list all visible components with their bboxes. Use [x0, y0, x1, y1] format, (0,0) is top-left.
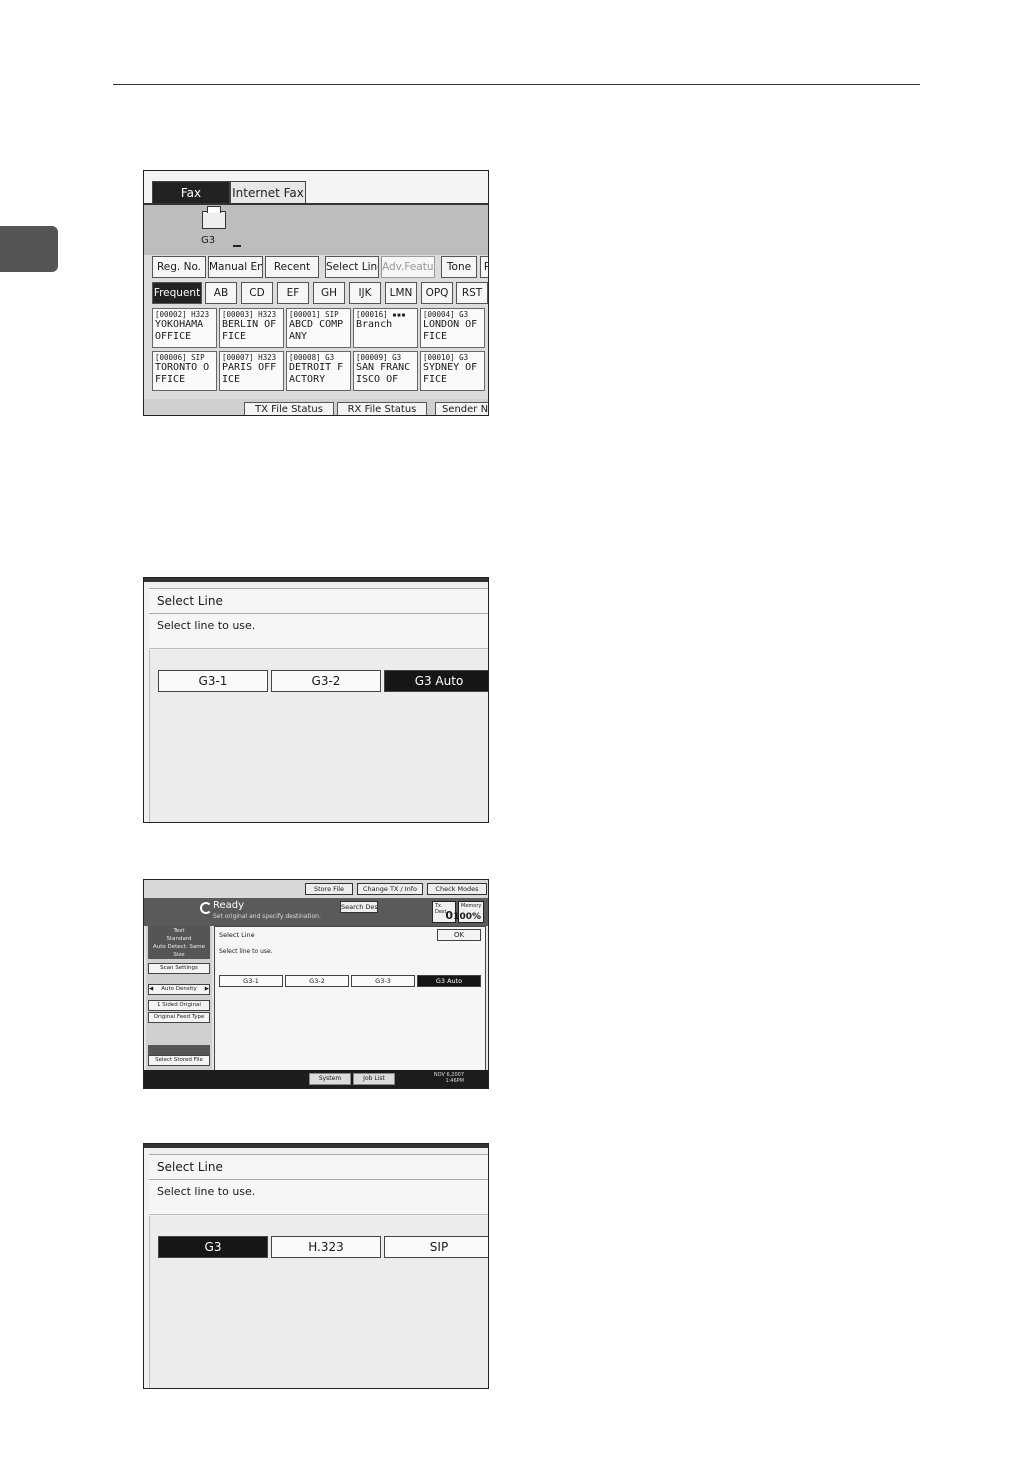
panel-title: Select Line: [219, 931, 255, 939]
job-list-button[interactable]: Job List: [353, 1073, 395, 1085]
destination-key[interactable]: [00010] G3 SYDNEY OFFICE: [420, 351, 485, 391]
sender-name-tab[interactable]: Sender N: [435, 402, 488, 415]
index-tab-ijk[interactable]: IJK: [349, 282, 381, 304]
current-settings-summary: Text Standard Auto Detect: Same Size: [148, 926, 210, 959]
line-button-sip[interactable]: SIP: [384, 1236, 488, 1258]
recent-button[interactable]: Recent: [265, 256, 319, 278]
line-button-h323[interactable]: H.323: [271, 1236, 381, 1258]
fax-main-screenshot: Fax Internet Fax G3 Reg. No. Manual Entr…: [143, 170, 489, 416]
date-time: NOV 6,2007 1:46PM: [433, 1072, 464, 1084]
auto-density-control[interactable]: ◀ Auto Density ▶: [148, 984, 210, 995]
line-button-g3-auto[interactable]: G3 Auto: [417, 975, 481, 987]
destination-key[interactable]: [00003] H323 BERLIN OFFICE: [219, 308, 284, 348]
destination-key[interactable]: [00002] H323 YOKOHAMA OFFICE: [152, 308, 217, 348]
panel-message: Select line to use.: [219, 948, 273, 955]
footer-bar: System Status Job List NOV 6,2007 1:46PM: [144, 1070, 488, 1088]
store-file-button[interactable]: Store File: [305, 883, 353, 895]
tab-internet-fax[interactable]: Internet Fax: [230, 181, 306, 203]
stored-file-bar: [148, 1045, 210, 1055]
index-tab-lmn[interactable]: LMN: [385, 282, 417, 304]
select-line-button[interactable]: Select Line: [325, 256, 379, 278]
destination-key[interactable]: [00008] G3 DETROIT FACTORY: [286, 351, 351, 391]
status-subtext: Set original and specify destination.: [213, 913, 321, 920]
rx-file-status-tab[interactable]: RX File Status: [337, 402, 427, 415]
search-dest-button[interactable]: Search Dest.: [340, 901, 378, 913]
line-button-g3-2[interactable]: G3-2: [271, 670, 381, 692]
toolbar: Reg. No. Manual Entry Recent Select Line…: [144, 256, 488, 280]
destination-key[interactable]: [00001] SIP ABCD COMPANY: [286, 308, 351, 348]
line-button-g3[interactable]: G3: [158, 1236, 268, 1258]
dialog-title: Select Line: [149, 588, 488, 614]
current-line-label: G3: [201, 235, 216, 246]
density-left-arrow-icon[interactable]: ◀: [149, 985, 153, 994]
line-button-g3-3[interactable]: G3-3: [351, 975, 415, 987]
dialog-top-bar: [144, 1144, 488, 1148]
tab-fax[interactable]: Fax: [152, 181, 230, 203]
line-info-area: G3: [144, 205, 488, 255]
change-tx-info-button[interactable]: Change TX / Info: [357, 883, 423, 895]
mode-tabs: Fax Internet Fax: [144, 171, 488, 205]
page-header-rule: [113, 84, 920, 85]
fax-machine-icon: [202, 206, 226, 229]
system-status-button[interactable]: System Status: [309, 1073, 351, 1088]
select-line-dialog-b: Select Line Select line to use. G3 H.323…: [143, 1143, 489, 1389]
full-screen-select-line: Store File Change TX / Info Check Modes …: [143, 879, 489, 1089]
manual-entry-button[interactable]: Manual Entry: [208, 256, 263, 278]
original-feed-type-button[interactable]: Original Feed Type: [148, 1012, 210, 1023]
density-right-arrow-icon[interactable]: ▶: [205, 985, 209, 994]
index-tab-opq[interactable]: OPQ: [421, 282, 453, 304]
scan-settings-button[interactable]: Scan Settings: [148, 963, 210, 974]
line-button-g3-1[interactable]: G3-1: [158, 670, 268, 692]
destination-key[interactable]: [00007] H323 PARIS OFFICE: [219, 351, 284, 391]
ok-button[interactable]: OK: [437, 929, 481, 941]
select-line-dialog-a: Select Line Select line to use. G3-1 G3-…: [143, 577, 489, 823]
index-tabs: Frequent AB CD EF GH IJK LMN OPQ RST: [144, 282, 488, 306]
ready-spinner-icon: [200, 902, 212, 914]
index-tab-frequent[interactable]: Frequent: [152, 282, 202, 304]
dialog-title: Select Line: [149, 1154, 488, 1180]
status-text: Ready: [213, 900, 245, 911]
index-tab-gh[interactable]: GH: [313, 282, 345, 304]
line-button-g3-1[interactable]: G3-1: [219, 975, 283, 987]
dialog-message: Select line to use.: [149, 1180, 488, 1215]
select-stored-file-button[interactable]: Select Stored File: [148, 1055, 210, 1066]
line-button-g3-auto[interactable]: G3 Auto: [384, 670, 488, 692]
destination-key[interactable]: [00016] ▪▪▪ Branch: [353, 308, 418, 348]
destination-key[interactable]: [00004] G3 LONDON OFFICE: [420, 308, 485, 348]
destination-key[interactable]: [00009] G3 SAN FRANCISCO OF: [353, 351, 418, 391]
adv-features-button[interactable]: Adv.Features: [381, 256, 435, 278]
line-button-g3-2[interactable]: G3-2: [285, 975, 349, 987]
dialog-top-bar: [144, 578, 488, 582]
index-tab-ef[interactable]: EF: [277, 282, 309, 304]
tx-file-status-tab[interactable]: TX File Status: [244, 402, 334, 415]
input-cursor: [233, 245, 241, 247]
dialog-message: Select line to use.: [149, 614, 488, 649]
reg-no-button[interactable]: Reg. No.: [152, 256, 206, 278]
pause-button-partial[interactable]: P: [480, 256, 488, 278]
scan-settings-sidebar: Text Standard Auto Detect: Same Size Sca…: [146, 926, 212, 1072]
index-tab-ab[interactable]: AB: [205, 282, 237, 304]
header-area: Store File Change TX / Info Check Modes …: [144, 880, 488, 926]
destination-key[interactable]: [00006] SIP TORONTO OFFICE: [152, 351, 217, 391]
index-tab-cd[interactable]: CD: [241, 282, 273, 304]
memory-counter: Memory 100%: [453, 901, 484, 923]
status-tabs: TX File Status RX File Status Sender N: [144, 399, 488, 415]
sided-original-button[interactable]: 1 Sided Original: [148, 1000, 210, 1011]
tone-button[interactable]: Tone: [441, 256, 477, 278]
select-line-panel: Select Line OK Select line to use. G3-1 …: [214, 926, 486, 1072]
chapter-thumb-tab: [0, 226, 58, 272]
check-modes-button[interactable]: Check Modes: [427, 883, 487, 895]
index-tab-rst[interactable]: RST: [456, 282, 488, 304]
